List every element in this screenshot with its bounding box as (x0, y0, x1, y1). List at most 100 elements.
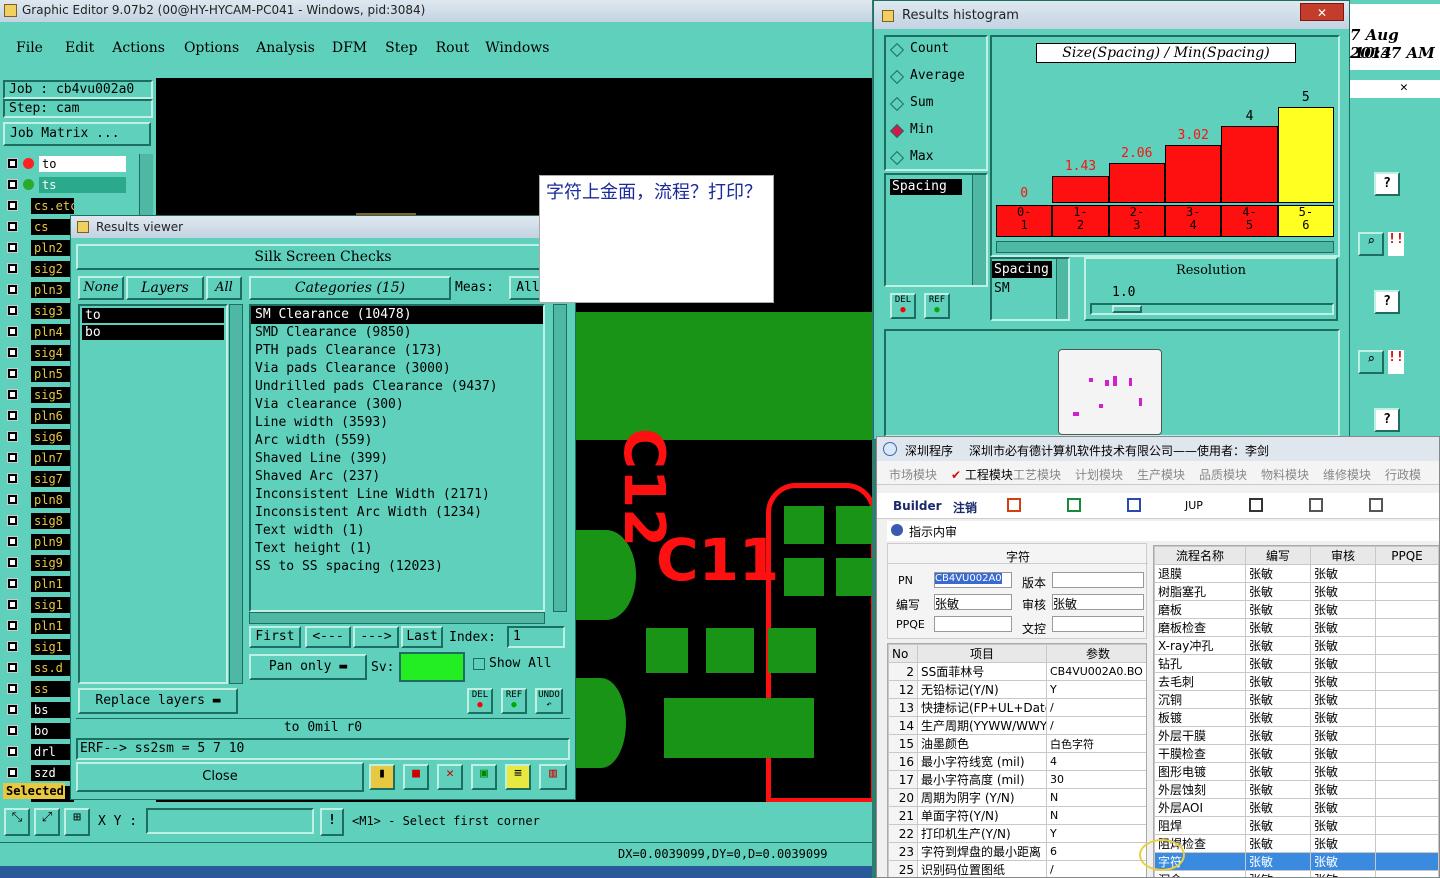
menu-item-rout[interactable]: Rout (436, 40, 470, 56)
layer-checkbox[interactable] (7, 494, 18, 505)
histogram-bar[interactable] (1277, 107, 1334, 203)
spacing-list-box[interactable]: Spacing (884, 173, 988, 287)
categories-scrollbar[interactable] (553, 304, 567, 612)
flow-row[interactable]: 沉铜 张敏 张敏 (1154, 690, 1439, 709)
flow-row[interactable]: 板镀 张敏 张敏 (1154, 708, 1439, 727)
category-item[interactable]: SMD Clearance (9850) (251, 324, 543, 342)
job-matrix-button[interactable]: Job Matrix ... (3, 122, 151, 146)
review-input[interactable]: 张敏 (1052, 594, 1144, 611)
category-item[interactable]: Shaved Line (399) (251, 450, 543, 468)
tool-icon-5[interactable]: ≡ (505, 764, 531, 790)
layer-checkbox[interactable] (7, 725, 18, 736)
histogram-bar[interactable] (1108, 163, 1165, 203)
result-layer-item[interactable]: to (82, 308, 224, 323)
module-tab[interactable]: 维修模块 (1323, 466, 1371, 483)
spacing-sm-list[interactable]: Spacing SM (990, 257, 1070, 321)
module-tab[interactable]: ✔ 工程模块 (951, 466, 1013, 483)
layer-checkbox[interactable] (7, 704, 18, 715)
layer-checkbox[interactable] (7, 305, 18, 316)
prev-button[interactable]: <--- (305, 626, 351, 648)
flow-header[interactable]: 流程名称 (1154, 546, 1246, 565)
spacing-item[interactable]: Spacing (890, 179, 962, 195)
ppqe-input[interactable] (934, 616, 1012, 632)
measure-icon[interactable]: ⤢ (34, 808, 60, 836)
layer-checkbox[interactable] (7, 767, 18, 778)
histogram-bar[interactable] (1165, 145, 1222, 203)
stat-option-average[interactable]: Average (886, 64, 986, 91)
flow-row[interactable]: 外层AOI 张敏 张敏 (1154, 798, 1439, 817)
resolution-slider[interactable] (1090, 303, 1334, 315)
menu-item-edit[interactable]: Edit (65, 40, 94, 56)
histogram-bin[interactable]: 4- 5 (1221, 205, 1278, 237)
grid-icon[interactable]: ⊞ (64, 808, 90, 836)
module-tab[interactable]: 生产模块 (1137, 466, 1185, 483)
layer-row[interactable]: to (3, 154, 139, 175)
layer-checkbox[interactable] (7, 389, 18, 400)
hist-del-button[interactable]: DEL ● (890, 293, 916, 319)
layer-checkbox[interactable] (7, 326, 18, 337)
module-tab[interactable]: 计划模块 (1075, 466, 1123, 483)
category-item[interactable]: Shaved Arc (237) (251, 468, 543, 486)
param-row[interactable]: 2 SS面菲林号 CB4VU002A0.BO (888, 662, 1146, 681)
stat-option-count[interactable]: Count (886, 37, 986, 64)
layer-checkbox[interactable] (7, 746, 18, 757)
menu-item-analysis[interactable]: Analysis (256, 40, 315, 56)
flow-row[interactable]: 沉金张敏张敏 (1154, 870, 1439, 877)
layer-checkbox[interactable] (7, 641, 18, 652)
flow-row[interactable]: 去毛刺 张敏 张敏 (1154, 672, 1439, 691)
undo-button[interactable]: UNDO ↶ (535, 688, 563, 714)
tool-icon-3[interactable]: ✕ (437, 764, 463, 790)
del-button[interactable]: DEL ● (467, 688, 493, 714)
param-header[interactable]: 项目 (917, 644, 1047, 663)
tool-icon-2[interactable]: ■ (403, 764, 429, 790)
layer-checkbox[interactable] (7, 158, 18, 169)
layer-checkbox[interactable] (7, 347, 18, 358)
flow-row[interactable]: 外层干膜 张敏 张敏 (1154, 726, 1439, 745)
param-row[interactable]: 25 识别码位置图纸 / (888, 860, 1146, 877)
layer-checkbox[interactable] (7, 179, 18, 190)
editor-input[interactable]: 张敏 (934, 594, 1012, 611)
histogram-bin[interactable]: 2- 3 (1108, 205, 1165, 237)
stat-option-min[interactable]: Min (886, 118, 986, 145)
stat-option-sum[interactable]: Sum (886, 91, 986, 118)
hist-ref-button[interactable]: REF ● (924, 293, 950, 319)
index-input[interactable]: 1 (507, 626, 565, 648)
stat-option-max[interactable]: Max (886, 145, 986, 172)
layer-checkbox[interactable] (7, 242, 18, 253)
module-tab[interactable]: 物料模块 (1261, 466, 1309, 483)
histogram-icon[interactable]: ▥ (539, 764, 567, 790)
menu-item-options[interactable]: Options (184, 40, 239, 56)
erp-toolbar-button[interactable]: Builder (893, 499, 942, 513)
flow-header[interactable]: 编写 (1245, 546, 1311, 565)
layer-checkbox[interactable] (7, 473, 18, 484)
tool-icon-4[interactable]: ▣ (471, 764, 497, 790)
layer-checkbox[interactable] (7, 515, 18, 526)
module-tab[interactable]: 行政模 (1385, 466, 1421, 483)
param-row[interactable]: 22 打印机生产(Y/N) Y (888, 824, 1146, 843)
layer-checkbox[interactable] (7, 368, 18, 379)
category-item[interactable]: Inconsistent Line Width (2171) (251, 486, 543, 504)
histogram-bin[interactable]: 1- 2 (1052, 205, 1109, 237)
category-item[interactable]: Undrilled pads Clearance (9437) (251, 378, 543, 396)
param-row[interactable]: 23 字符到焊盘的最小距离 6 (888, 842, 1146, 861)
layer-checkbox[interactable] (7, 452, 18, 463)
help-icon[interactable]: ? (1374, 172, 1400, 196)
layer-checkbox[interactable] (7, 431, 18, 442)
db-icon[interactable] (1309, 498, 1323, 512)
resolution-slider-thumb[interactable] (1112, 305, 1142, 313)
categories-button[interactable]: Categories (15) (249, 276, 451, 300)
param-row[interactable]: 14 生产周期(YYWW/WWYY) / (888, 716, 1146, 735)
categories-hscrollbar[interactable] (249, 612, 545, 624)
flow-row[interactable]: 图形电镀 张敏 张敏 (1154, 762, 1439, 781)
version-input[interactable] (1052, 572, 1144, 588)
eye-icon[interactable] (1249, 498, 1263, 512)
menu-item-step[interactable]: Step (385, 40, 417, 56)
param-row[interactable]: 12 无铅标记(Y/N) Y (888, 680, 1146, 699)
menu-item-windows[interactable]: Windows (485, 40, 549, 56)
flow-row[interactable]: 字符 张敏 张敏 (1154, 852, 1439, 871)
layers-all-button[interactable]: All (206, 276, 242, 300)
layer-checkbox[interactable] (7, 536, 18, 547)
spacing-list-item[interactable]: Spacing (992, 261, 1052, 278)
help-icon[interactable]: ? (1374, 290, 1400, 314)
xy-input[interactable] (146, 808, 314, 834)
